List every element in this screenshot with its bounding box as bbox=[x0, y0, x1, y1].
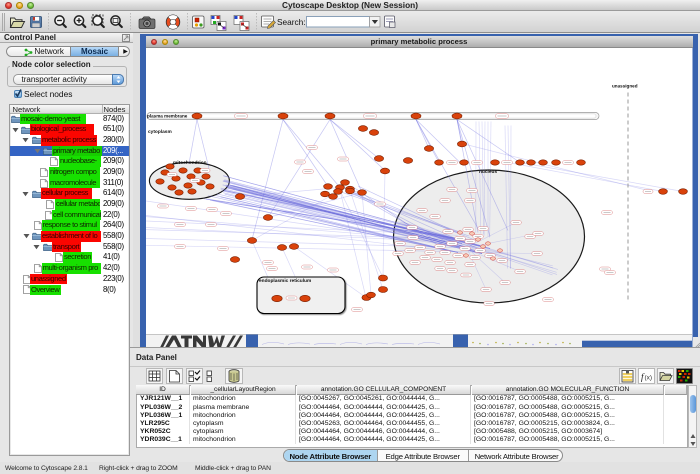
svg-text:(x): (x) bbox=[645, 375, 653, 382]
svg-text:cytoplasm: cytoplasm bbox=[148, 129, 172, 135]
svg-text:Search:: Search: bbox=[277, 17, 306, 27]
svg-text:mitochondrion: mitochondrion bbox=[173, 160, 207, 166]
svg-text:plasma membrane: plasma membrane bbox=[147, 113, 188, 118]
svg-text:unassigned: unassigned bbox=[612, 83, 638, 88]
svg-text:nucleus: nucleus bbox=[479, 169, 497, 175]
svg-text:endoplasmic reticulum: endoplasmic reticulum bbox=[259, 278, 311, 284]
